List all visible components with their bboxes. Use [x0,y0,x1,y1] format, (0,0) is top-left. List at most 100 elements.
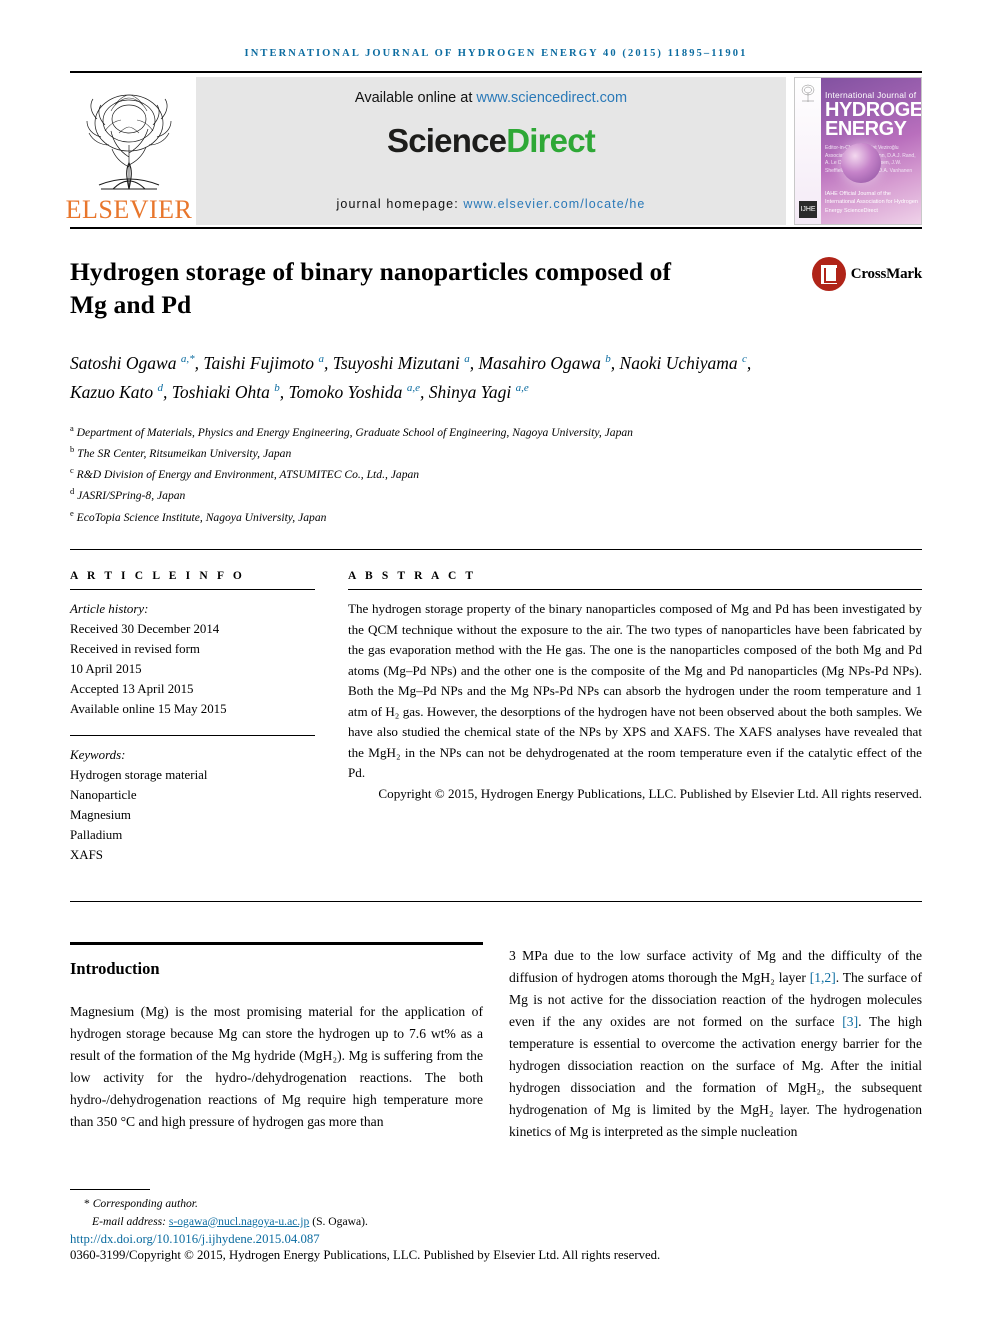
body-column-gap [483,945,509,1143]
doi-link[interactable]: http://dx.doi.org/10.1016/j.ijhydene.201… [70,1232,320,1246]
crossmark-badge[interactable]: CrossMark [811,257,922,291]
author-affiliation-marker: a [318,353,324,366]
article-history-line: Accepted 13 April 2015 [70,682,194,697]
author-name: Naoki Uchiyama [619,353,743,374]
affiliation-list: a Department of Materials, Physics and E… [70,422,840,527]
keyword-item: Nanoparticle [70,788,137,803]
info-abstract-region: A R T I C L E I N F O Article history: R… [70,570,922,865]
article-info-rule [70,589,315,591]
running-head: International Journal of Hydrogen Energy… [244,48,748,59]
elsevier-wordmark: ELSEVIER [65,195,193,224]
column-gap [315,570,348,865]
journal-homepage-label: journal homepage: [336,197,459,211]
top-rule [70,71,922,73]
email-label: E-mail address: [92,1214,166,1228]
corresponding-marker: * [84,1197,90,1211]
keywords-heading: Keywords: [70,748,126,763]
elsevier-logo: ELSEVIER [66,77,192,225]
crossmark-label: CrossMark [850,265,922,282]
author-affiliation-marker: a,* [180,353,195,366]
cover-title-energy: ENERGY [825,118,907,140]
affiliation-item: e EcoTopia Science Institute, Nagoya Uni… [70,507,327,524]
keywords-block: Keywords: Hydrogen storage material Nanop… [70,745,315,865]
abstract-body: The hydrogen storage property of the bin… [348,601,922,781]
email-link[interactable]: s-ogawa@nucl.nagoya-u.ac.jp [169,1215,309,1228]
keyword-item: Palladium [70,828,123,843]
article-info-column: A R T I C L E I N F O Article history: R… [70,570,315,865]
corresponding-author-label: Corresponding author. [92,1197,198,1211]
corresponding-author-note: * Corresponding author. [70,1195,922,1212]
author-affiliation-marker: d [157,381,164,394]
author-name: Satoshi Ogawa [70,353,181,374]
available-online-text: Available online at [354,90,473,106]
abstract-label: A B S T R A C T [348,570,477,583]
affiliation-marker: e [70,507,74,518]
author-name: Tsuyoshi Mizutani [332,353,465,374]
sciencedirect-logo[interactable]: ScienceDirect [387,122,596,160]
sciencedirect-banner: Available online at www.sciencedirect.co… [196,77,786,225]
body-column-left: Introduction Magnesium (Mg) is the most … [70,945,483,1143]
article-history-line: Available online 15 May 2015 [70,702,227,717]
article-history-line: 10 April 2015 [70,662,142,677]
article-history-line: Received 30 December 2014 [70,622,220,637]
body-separator-rule [70,901,922,903]
email-note: E-mail address: s-ogawa@nucl.nagoya-u.ac… [70,1213,922,1230]
affiliation-item: b The SR Center, Ritsumeikan University,… [70,444,292,460]
author-list: Satoshi Ogawa a,*, Taishi Fujimoto a, Ts… [70,353,752,402]
affiliation-marker: c [70,465,74,476]
author-name: Taishi Fujimoto [203,353,319,374]
author-name: Tomoko Yoshida [288,381,407,402]
cover-ijhe-badge: IJHE [799,201,817,218]
affiliation-marker: a [70,422,74,433]
cover-bottom-text: IAHE Official Journal of the Internation… [825,190,918,215]
introduction-right-text: 3 MPa due to the low surface activity of… [509,948,922,1140]
author-name: Masahiro Ogawa [478,353,606,374]
abstract-column: A B S T R A C T The hydrogen storage pro… [348,570,922,865]
affiliation-item: c R&D Division of Energy and Environment… [70,465,420,482]
title-zone: Hydrogen storage of binary nanoparticles… [70,255,922,321]
abstract-rule [348,589,922,591]
article-history-heading: Article history: [70,602,149,617]
available-online-line: Available online at www.sciencedirect.co… [355,90,627,106]
keyword-item: Hydrogen storage material [70,768,208,783]
article-info-label: A R T I C L E I N F O [70,570,245,583]
masthead: ELSEVIER Available online at www.science… [66,77,922,225]
elsevier-tree-icon [86,94,172,190]
email-owner: (S. Ogawa). [312,1214,368,1228]
article-page: International Journal of Hydrogen Energy… [0,0,992,1323]
journal-homepage-link[interactable]: www.elsevier.com/locate/he [463,197,645,211]
body-column-right: 3 MPa due to the low surface activity of… [509,945,922,1143]
author-name: Kazuo Kato [70,381,158,402]
page-title: Hydrogen storage of binary nanoparticles… [70,257,672,320]
article-history-block: Article history: Received 30 December 20… [70,599,315,719]
citation-link[interactable]: [3] [842,1014,858,1029]
issn-copyright-line: 0360-3199/Copyright © 2015, Hydrogen Ene… [70,1248,661,1262]
author-affiliation-marker: a,e [515,381,529,394]
author-affiliation-marker: a [464,353,470,366]
author-affiliation-marker: c [742,353,747,366]
article-history-line: Received in revised form [70,642,200,657]
author-affiliation-marker: b [605,353,611,366]
keyword-item: XAFS [70,848,103,863]
introduction-left-text: Magnesium (Mg) is the most promising mat… [70,1004,483,1130]
introduction-heading: Introduction [70,959,160,979]
info-separator-rule [70,549,922,551]
sciencedirect-logo-science: Science [387,122,507,159]
affiliation-item: a Department of Materials, Physics and E… [70,422,633,439]
citation-link[interactable]: [1,2] [810,970,836,985]
author-name: Shinya Yagi [428,381,516,402]
abstract-copyright: Copyright © 2015, Hydrogen Energy Public… [378,785,922,801]
doi-link-line[interactable]: http://dx.doi.org/10.1016/j.ijhydene.201… [70,1232,922,1247]
author-affiliation-marker: a,e [406,381,420,394]
cover-elsevier-tree-icon [801,84,815,102]
crossmark-icon [811,257,846,291]
footnote-rule [70,1189,150,1191]
body-columns: Introduction Magnesium (Mg) is the most … [70,945,922,1143]
sciencedirect-logo-direct: Direct [506,122,596,159]
journal-homepage-line: journal homepage: www.elsevier.com/locat… [337,197,646,211]
cover-orb-graphic [840,142,881,183]
journal-cover-image: IJHE International Journal of HYDROGEN E… [794,77,922,225]
keywords-rule [70,735,315,737]
sciencedirect-link[interactable]: www.sciencedirect.com [476,90,627,106]
author-name: Toshiaki Ohta [171,381,275,402]
